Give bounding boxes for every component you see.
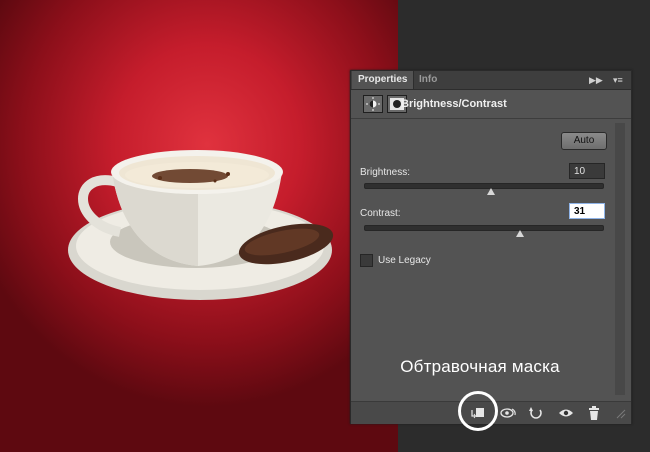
visibility-eye-icon[interactable]	[557, 405, 575, 421]
brightness-slider-thumb[interactable]	[487, 188, 496, 195]
reset-icon[interactable]	[527, 405, 545, 421]
image-canvas	[0, 0, 398, 452]
view-previous-state-icon[interactable]	[499, 405, 517, 421]
adjustment-title: Brightness/Contrast	[401, 98, 507, 110]
contrast-input[interactable]: 31	[569, 203, 605, 219]
trash-icon[interactable]	[585, 405, 603, 421]
brightness-label: Brightness:	[360, 167, 411, 178]
auto-button[interactable]: Auto	[561, 132, 607, 150]
collapse-panel-icon[interactable]: ▶▶	[589, 74, 603, 86]
use-legacy-checkbox[interactable]	[360, 254, 373, 267]
highlight-circle	[458, 391, 498, 431]
properties-panel: Properties Info ▶▶ ▾≡ Brightness/Contras…	[350, 70, 632, 431]
tab-info[interactable]: Info	[413, 71, 443, 89]
contrast-slider[interactable]	[364, 225, 604, 237]
brightness-slider[interactable]	[364, 183, 604, 195]
panel-tabbar: Properties Info ▶▶ ▾≡	[351, 71, 631, 90]
coffee-cup-photo	[68, 150, 334, 300]
contrast-label: Contrast:	[360, 208, 401, 219]
annotation-caption: Обтравочная маска	[400, 357, 560, 376]
panel-menu-icon[interactable]: ▾≡	[613, 74, 623, 86]
panel-header: Brightness/Contrast	[351, 90, 631, 119]
brightness-input[interactable]: 10	[569, 163, 605, 179]
tab-properties[interactable]: Properties	[352, 71, 415, 89]
use-legacy-label: Use Legacy	[378, 255, 431, 266]
panel-scrollbar[interactable]	[615, 123, 625, 395]
brightness-adjustment-icon[interactable]	[363, 95, 383, 113]
contrast-slider-thumb[interactable]	[515, 230, 524, 237]
resize-grip-icon[interactable]	[611, 405, 629, 421]
